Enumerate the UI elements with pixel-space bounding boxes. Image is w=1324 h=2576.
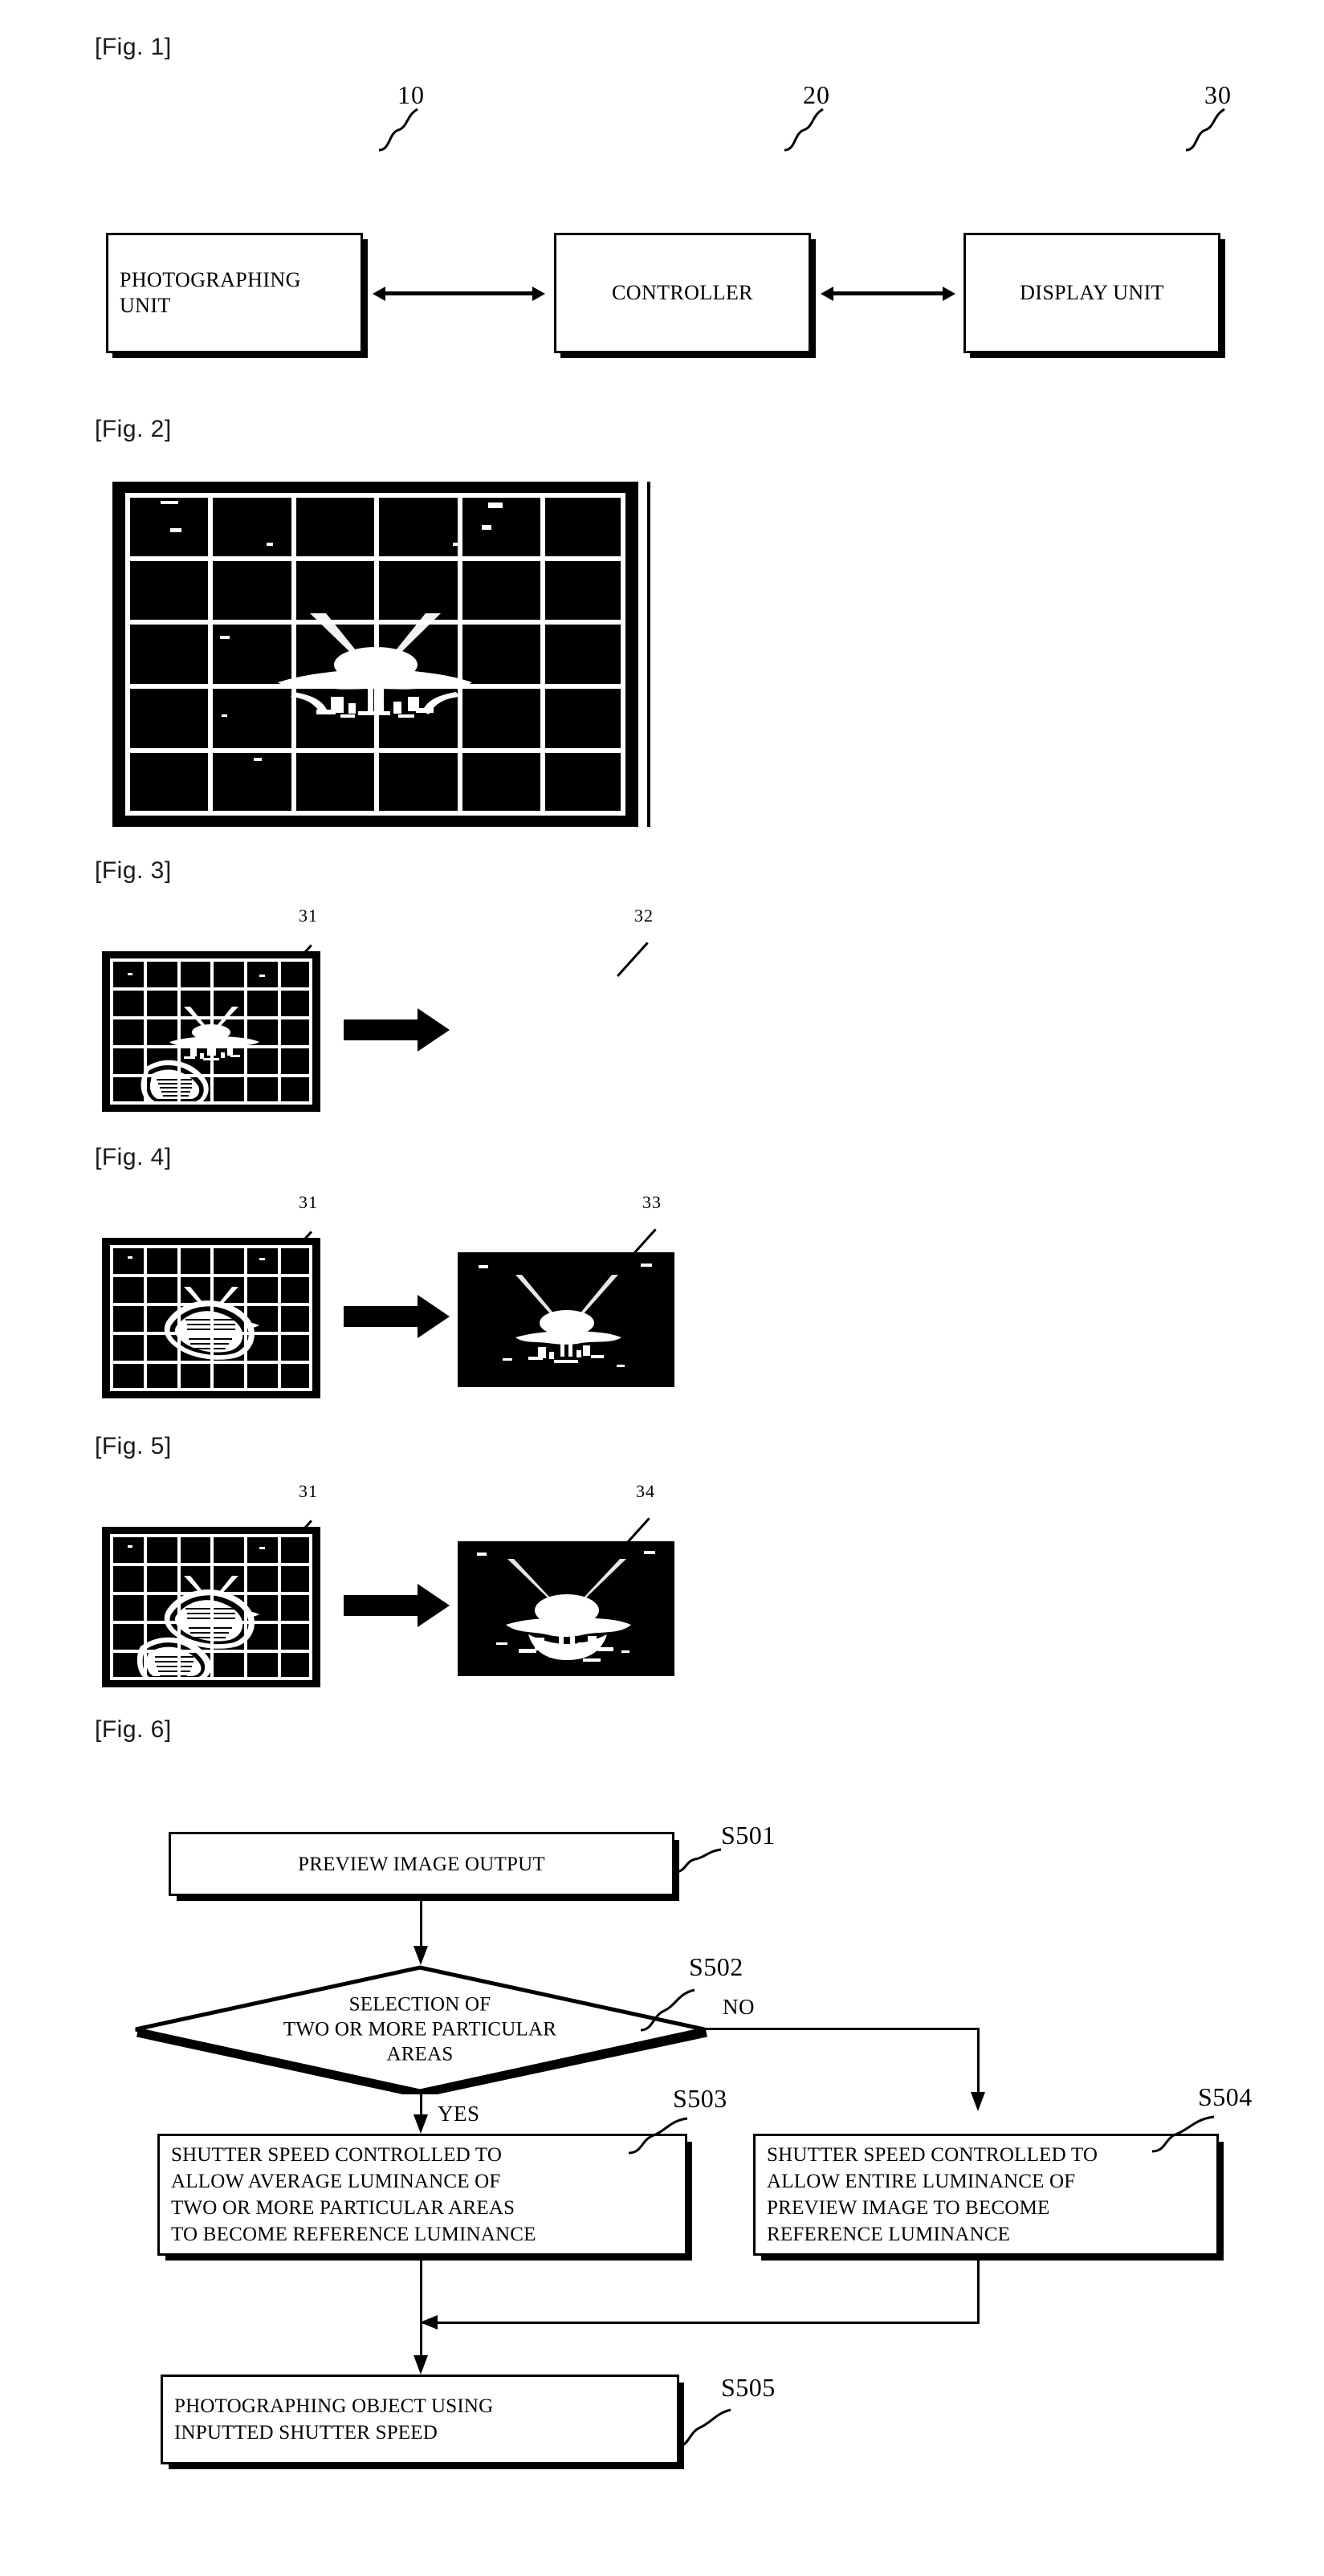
s503-line-2: ALLOW AVERAGE LUMINANCE OF: [171, 2171, 501, 2192]
figure-label-fig1: [Fig. 1]: [95, 34, 172, 60]
reference-number-31-fig5: 31: [299, 1481, 318, 1501]
s505-line-2: INPUTTED SHUTTER SPEED: [174, 2422, 438, 2444]
decision-line-2: TWO OR MORE PARTICULAR: [283, 2018, 557, 2041]
s503-line-4: TO BECOME REFERENCE LUMINANCE: [171, 2224, 536, 2245]
leader-line-s504: [1151, 2115, 1215, 2153]
arrowhead-merge: [420, 2315, 438, 2330]
s505-line-1: PHOTOGRAPHING OBJECT USING: [174, 2395, 494, 2417]
flow-step-s503: SHUTTER SPEED CONTROLLED TO ALLOW AVERAG…: [157, 2134, 687, 2256]
fig5-result-artwork: [458, 1541, 674, 1676]
fig4-result-image: [458, 1252, 674, 1387]
fig4-grid-overlay: [110, 1245, 312, 1391]
step-id-s502: S502: [689, 1952, 743, 1981]
s503-line-1: SHUTTER SPEED CONTROLLED TO: [171, 2144, 503, 2166]
flow-line-s503-merge: [420, 2261, 422, 2323]
s503-line-3: TWO OR MORE PARTICULAR AREAS: [171, 2197, 515, 2219]
connector-photographing-to-controller: [373, 287, 545, 301]
branch-label-no: NO: [723, 1995, 755, 2019]
fig4-preview-with-touch: [102, 1238, 320, 1398]
fig5-preview-image: [110, 1534, 312, 1680]
flow-decision-s502: SELECTION OF TWO OR MORE PARTICULAR AREA…: [132, 1964, 707, 2094]
fig4-preview-image: [110, 1245, 312, 1391]
leader-line-32-fig3: [617, 942, 649, 978]
step-id-s501: S501: [721, 1821, 776, 1850]
reference-number-31-fig3: 31: [299, 905, 318, 926]
leader-line-20: [784, 108, 824, 152]
arrowhead-s505: [413, 2355, 428, 2375]
block-display-unit: DISPLAY UNIT: [963, 233, 1220, 353]
leader-line-s505: [676, 2408, 731, 2448]
flow-step-s501-label: PREVIEW IMAGE OUTPUT: [298, 1853, 545, 1875]
fig3-preview-with-touch: [102, 951, 320, 1112]
block-controller: CONTROLLER: [554, 233, 811, 353]
connector-controller-to-display: [821, 287, 955, 301]
reference-number-31-fig4: 31: [299, 1192, 318, 1212]
s504-line-2: ALLOW ENTIRE LUMINANCE OF: [767, 2171, 1076, 2192]
fig5-grid-overlay: [110, 1534, 312, 1680]
fig4-process-arrow: [344, 1294, 450, 1339]
fig3-preview-image: [110, 958, 312, 1105]
arrowhead-yes-branch: [413, 2114, 428, 2134]
fig5-preview-with-touch: [102, 1527, 320, 1687]
block-controller-label: CONTROLLER: [612, 280, 753, 304]
s504-line-4: REFERENCE LUMINANCE: [767, 2224, 1011, 2245]
flow-step-s505-label: PHOTOGRAPHING OBJECT USING INPUTTED SHUT…: [174, 2393, 666, 2446]
flow-step-s501: PREVIEW IMAGE OUTPUT: [169, 1832, 674, 1896]
fig3-grid-overlay: [110, 958, 312, 1105]
s504-line-3: PREVIEW IMAGE TO BECOME: [767, 2197, 1050, 2219]
fig5-process-arrow: [344, 1583, 450, 1628]
fig2-edge-rule: [647, 482, 650, 827]
leader-line-30: [1185, 108, 1225, 152]
fig5-result-image: [458, 1541, 674, 1676]
s504-line-1: SHUTTER SPEED CONTROLLED TO: [767, 2144, 1098, 2166]
flow-step-s504: SHUTTER SPEED CONTROLLED TO ALLOW ENTIRE…: [753, 2134, 1219, 2256]
patent-drawing-sheet: [Fig. 1] 10 20 30 PHOTOGRAPHING UNIT CON…: [0, 0, 1324, 2576]
fig3-process-arrow: [344, 1007, 450, 1052]
leader-line-10: [378, 108, 418, 152]
flow-step-s503-label: SHUTTER SPEED CONTROLLED TO ALLOW AVERAG…: [171, 2142, 674, 2248]
flow-line-s504-down: [977, 2261, 980, 2323]
block-photographing-unit: PHOTOGRAPHING UNIT: [106, 233, 363, 353]
decision-line-3: AREAS: [386, 2043, 454, 2065]
figure-label-fig3: [Fig. 3]: [95, 857, 172, 884]
flow-line-s501-s502: [420, 1901, 422, 1949]
arrowhead-s501-s502: [413, 1946, 428, 1965]
flow-decision-s502-label: SELECTION OF TWO OR MORE PARTICULAR AREA…: [132, 1992, 707, 2067]
block-display-unit-label: DISPLAY UNIT: [1020, 280, 1164, 304]
flow-step-s505: PHOTOGRAPHING OBJECT USING INPUTTED SHUT…: [161, 2375, 679, 2464]
reference-number-34-fig5: 34: [636, 1481, 655, 1501]
fig2-preview-image: [125, 493, 625, 816]
step-id-s505: S505: [721, 2373, 776, 2402]
flow-line-no-vertical: [977, 2028, 980, 2097]
branch-label-yes: YES: [438, 2102, 480, 2126]
leader-line-s501: [674, 1848, 722, 1874]
decision-line-1: SELECTION OF: [348, 1993, 491, 2016]
flow-step-s504-label: SHUTTER SPEED CONTROLLED TO ALLOW ENTIRE…: [767, 2142, 1205, 2248]
fig2-grid-overlay: [125, 493, 625, 816]
reference-number-33-fig4: 33: [642, 1192, 662, 1212]
step-id-s504: S504: [1198, 2082, 1253, 2111]
block-photographing-unit-label: PHOTOGRAPHING UNIT: [120, 267, 301, 318]
flow-line-no-horizontal: [700, 2028, 980, 2030]
figure-label-fig4: [Fig. 4]: [95, 1144, 172, 1170]
leader-line-s503: [628, 2117, 688, 2155]
fig2-preview-image-frame: [112, 482, 638, 827]
fig4-result-artwork: [458, 1252, 674, 1387]
flow-line-merge-horizontal: [420, 2322, 980, 2324]
reference-number-32-fig3: 32: [634, 905, 654, 926]
figure-label-fig2: [Fig. 2]: [95, 416, 172, 442]
step-id-s503: S503: [673, 2084, 727, 2113]
figure-label-fig5: [Fig. 5]: [95, 1433, 172, 1459]
arrowhead-no-branch: [971, 2092, 985, 2111]
figure-label-fig6: [Fig. 6]: [95, 1716, 172, 1743]
